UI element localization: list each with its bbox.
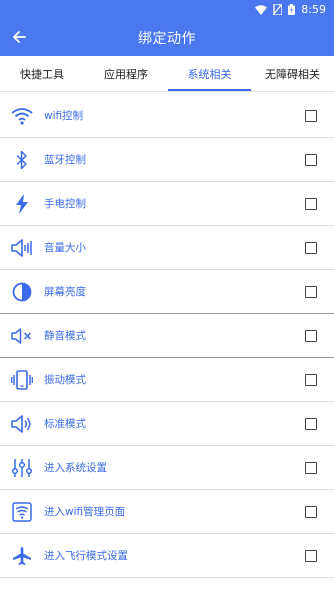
sliders-icon xyxy=(11,457,33,479)
page-title: 绑定动作 xyxy=(138,30,196,47)
checkbox[interactable] xyxy=(305,285,317,298)
list-item-airplane-settings[interactable]: 进入飞行模式设置 xyxy=(0,534,334,578)
checkbox[interactable] xyxy=(305,197,317,210)
tab-accessibility[interactable]: 无障碍相关 xyxy=(251,56,334,91)
wifi-icon xyxy=(11,105,33,127)
flashlight-icon xyxy=(11,193,33,215)
item-label: 静音模式 xyxy=(44,330,86,342)
list-item-flashlight[interactable]: 手电控制 xyxy=(0,182,334,226)
action-list: wifi控制 蓝牙控制 手电控制 音量大小 屏幕亮度 静音模式 振动模式 标准模… xyxy=(0,94,334,578)
no-sim-icon xyxy=(273,4,283,15)
checkbox[interactable] xyxy=(305,329,317,342)
list-item-bluetooth[interactable]: 蓝牙控制 xyxy=(0,138,334,182)
list-item-wifi[interactable]: wifi控制 xyxy=(0,94,334,138)
status-time: 8:59 xyxy=(301,3,326,16)
list-item-brightness[interactable]: 屏幕亮度 xyxy=(0,270,334,314)
airplane-icon xyxy=(11,545,33,567)
wifi-signal-icon xyxy=(255,4,268,15)
item-label: 进入wifi管理页面 xyxy=(44,506,126,518)
checkbox[interactable] xyxy=(305,461,317,474)
list-item-wifi-settings[interactable]: 进入wifi管理页面 xyxy=(0,490,334,534)
app-bar: 绑定动作 xyxy=(0,19,334,56)
list-item-vibrate[interactable]: 振动模式 xyxy=(0,358,334,402)
item-label: 进入系统设置 xyxy=(44,462,107,474)
list-item-volume[interactable]: 音量大小 xyxy=(0,226,334,270)
brightness-icon xyxy=(11,281,33,303)
battery-icon xyxy=(288,4,296,15)
checkbox[interactable] xyxy=(305,241,317,254)
sound-icon xyxy=(11,413,33,435)
checkbox[interactable] xyxy=(305,373,317,386)
list-item-standard[interactable]: 标准模式 xyxy=(0,402,334,446)
item-label: 标准模式 xyxy=(44,418,86,430)
tab-system[interactable]: 系统相关 xyxy=(168,56,251,91)
checkbox[interactable] xyxy=(305,417,317,430)
item-label: 屏幕亮度 xyxy=(44,286,86,298)
volume-icon xyxy=(11,237,33,259)
checkbox[interactable] xyxy=(305,505,317,518)
list-item-system-settings[interactable]: 进入系统设置 xyxy=(0,446,334,490)
checkbox[interactable] xyxy=(305,153,317,166)
item-label: 振动模式 xyxy=(44,374,86,386)
item-label: wifi控制 xyxy=(44,110,84,122)
tab-bar: 快捷工具 应用程序 系统相关 无障碍相关 xyxy=(0,56,334,92)
back-arrow-icon[interactable] xyxy=(10,28,28,46)
vibrate-icon xyxy=(11,369,33,391)
bluetooth-icon xyxy=(11,149,33,171)
status-bar: 8:59 xyxy=(0,0,334,19)
checkbox[interactable] xyxy=(305,109,317,122)
list-item-mute[interactable]: 静音模式 xyxy=(0,314,334,358)
checkbox[interactable] xyxy=(305,549,317,562)
mute-icon xyxy=(11,325,33,347)
wifi-settings-icon xyxy=(11,501,33,523)
item-label: 手电控制 xyxy=(44,198,86,210)
tab-quick-tools[interactable]: 快捷工具 xyxy=(0,56,84,91)
item-label: 进入飞行模式设置 xyxy=(44,550,128,562)
item-label: 蓝牙控制 xyxy=(44,154,86,166)
item-label: 音量大小 xyxy=(44,242,86,254)
tab-applications[interactable]: 应用程序 xyxy=(84,56,168,91)
